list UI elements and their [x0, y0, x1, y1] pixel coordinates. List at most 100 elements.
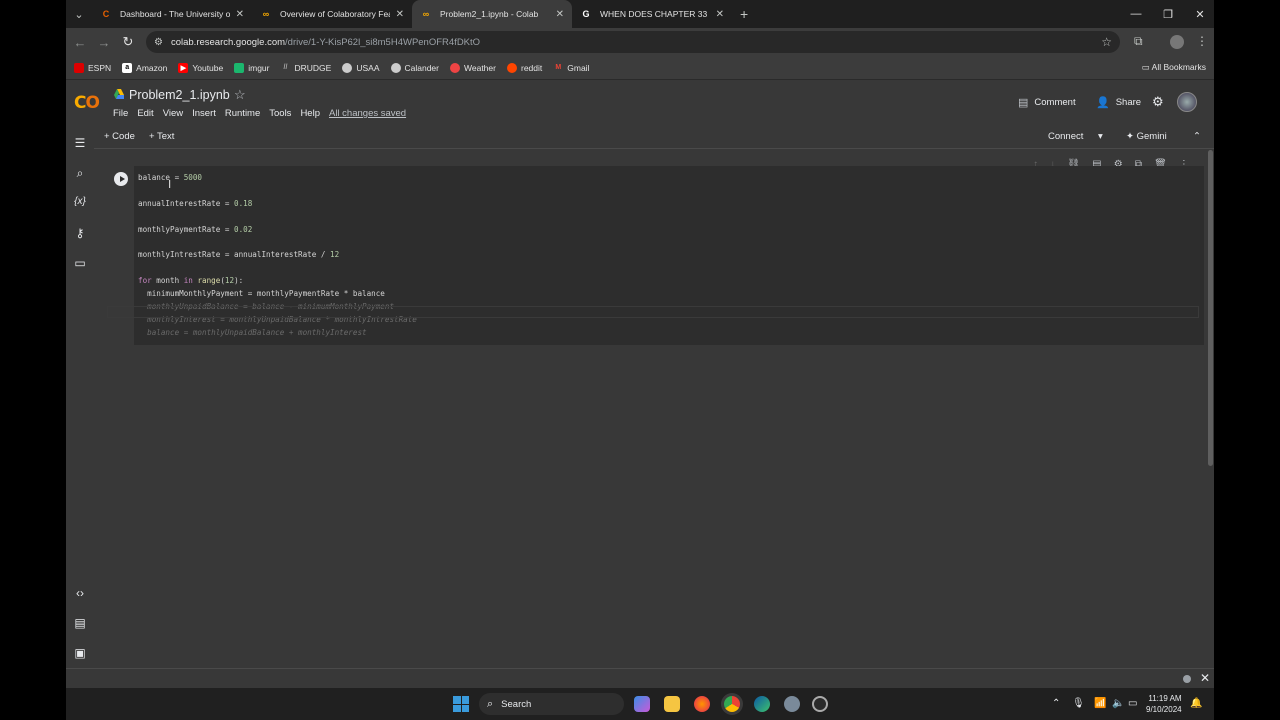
star-icon[interactable]: ☆ — [234, 87, 246, 103]
user-avatar[interactable] — [1177, 92, 1197, 112]
microphone-icon[interactable]: 🎙 — [1072, 698, 1085, 709]
cell-gutter — [107, 166, 134, 345]
wifi-icon[interactable]: 📶 — [1094, 698, 1106, 709]
reload-icon[interactable]: ↻ — [116, 34, 140, 50]
menu-file[interactable]: File — [113, 108, 128, 119]
menu-edit[interactable]: Edit — [137, 108, 153, 119]
chrome-menu-icon[interactable]: ⋮ — [1196, 34, 1208, 48]
settings-gear-icon[interactable] — [784, 696, 800, 712]
bookmark-usaa[interactable]: USAA — [342, 62, 380, 73]
volume-icon[interactable]: 🔈 — [1112, 698, 1124, 709]
share-button[interactable]: 👤 Share — [1096, 96, 1141, 109]
bookmark-gmail[interactable]: M Gmail — [553, 63, 589, 73]
notification-bell-icon[interactable]: 🔔 — [1190, 698, 1202, 709]
colab-logo[interactable]: CO — [74, 93, 100, 113]
bookmark-amazon[interactable]: a Amazon — [122, 62, 167, 73]
url-host: colab.research.google.com — [170, 36, 286, 48]
add-code-button[interactable]: + Code — [104, 131, 135, 142]
command-palette-icon[interactable]: ▤ — [72, 616, 88, 630]
menu-help[interactable]: Help — [300, 108, 320, 119]
sparkle-icon: ✦ — [1126, 131, 1137, 142]
bookmark-espn[interactable]: ESPN — [74, 62, 111, 73]
bookmark-reddit[interactable]: reddit — [506, 62, 542, 73]
code-line: minimumMonthlyPayment = monthlyPaymentRa… — [138, 289, 385, 299]
chrome-icon[interactable] — [724, 696, 740, 712]
restore-icon[interactable]: ❐ — [1152, 0, 1184, 28]
minimize-icon[interactable]: — — [1120, 0, 1152, 28]
tab-title: Problem2_1.ipynb - Colab — [440, 9, 539, 19]
code-cell[interactable]: balance = 5000 annualInterestRate = 0.18… — [107, 166, 1204, 345]
youtube-icon: ▶ — [178, 62, 189, 73]
extensions-icon[interactable]: ⧉ — [1134, 34, 1143, 49]
settings-icon[interactable]: ⚙ — [1152, 94, 1170, 110]
connect-button[interactable]: Connect ▾ — [1048, 131, 1103, 142]
all-bookmarks[interactable]: ▭ All Bookmarks — [1142, 62, 1206, 73]
drive-icon[interactable] — [114, 89, 124, 99]
windows-taskbar: ⌕ Search ⌃ 🎙 📶 🔈 ▭ 11:19 AM 9/10/2024 🔔 — [66, 688, 1214, 720]
site-info-icon[interactable]: ⚙ — [154, 37, 163, 48]
battery-icon[interactable]: ▭ — [1128, 698, 1137, 709]
menu-view[interactable]: View — [163, 108, 183, 119]
comment-button[interactable]: ▤ Comment — [1018, 96, 1076, 109]
tab-search-icon[interactable]: ⌄ — [66, 8, 92, 21]
firefox-icon[interactable] — [694, 696, 710, 712]
collapse-header-icon[interactable]: ⌃ — [1193, 131, 1201, 142]
new-tab-button[interactable]: + — [740, 6, 748, 22]
code-line: monthlyIntrestRate = annualInterestRate … — [138, 250, 340, 260]
edge-icon[interactable] — [754, 696, 770, 712]
globe-icon — [390, 62, 401, 73]
close-icon[interactable]: ✕ — [236, 9, 244, 20]
back-icon[interactable]: ← — [68, 35, 92, 50]
close-icon[interactable]: ✕ — [1200, 671, 1210, 685]
code-snippets-icon[interactable]: ‹› — [72, 586, 88, 600]
menu-insert[interactable]: Insert — [192, 108, 216, 119]
save-status[interactable]: All changes saved — [329, 108, 406, 119]
browser-tab[interactable]: C Dashboard - The University of ✕ — [92, 0, 252, 28]
browser-window: ⌄ C Dashboard - The University of ✕ ∞ Ov… — [66, 0, 1214, 720]
copilot-icon[interactable] — [634, 696, 650, 712]
taskbar-search[interactable]: ⌕ Search — [479, 693, 624, 715]
bookmark-drudge[interactable]: //DRUDGE — [281, 63, 332, 73]
search-icon[interactable]: ⌕ — [72, 166, 88, 181]
file-explorer-icon[interactable] — [664, 696, 680, 712]
gemini-button[interactable]: ✦ Gemini — [1126, 131, 1167, 142]
menu-tools[interactable]: Tools — [269, 108, 291, 119]
forward-icon[interactable]: → — [92, 35, 116, 50]
bookmark-calander[interactable]: Calander — [390, 62, 439, 73]
share-icon: 👤 — [1096, 97, 1110, 109]
bookmark-imgur[interactable]: imgur — [234, 62, 270, 73]
close-icon[interactable]: ✕ — [396, 9, 404, 20]
run-cell-button[interactable] — [114, 172, 128, 186]
windows-start-icon[interactable] — [453, 696, 469, 712]
variables-icon[interactable]: {x} — [72, 196, 88, 207]
tab-title: WHEN DOES CHAPTER 33 PAY — [600, 9, 710, 19]
files-folder-icon[interactable]: ▭ — [72, 256, 88, 270]
amazon-icon: a — [122, 62, 133, 73]
profile-avatar[interactable] — [1170, 35, 1184, 49]
menu-runtime[interactable]: Runtime — [225, 108, 260, 119]
secrets-key-icon[interactable]: ⚷ — [72, 226, 88, 240]
close-icon[interactable]: ✕ — [556, 9, 564, 20]
bookmark-weather[interactable]: Weather — [450, 62, 496, 73]
scrollbar[interactable] — [1208, 150, 1213, 466]
tab-strip: ⌄ C Dashboard - The University of ✕ ∞ Ov… — [66, 0, 1214, 28]
close-window-icon[interactable]: ✕ — [1184, 0, 1214, 28]
code-line: annualInterestRate = 0.18 — [138, 198, 253, 208]
browser-tab-active[interactable]: ∞ Problem2_1.ipynb - Colab ✕ — [412, 0, 572, 28]
terminal-icon[interactable]: ▣ — [72, 646, 88, 660]
system-clock[interactable]: 11:19 AM 9/10/2024 — [1146, 693, 1182, 715]
add-text-button[interactable]: + Text — [149, 131, 174, 142]
bookmark-star-icon[interactable]: ☆ — [1101, 35, 1112, 49]
browser-tab[interactable]: G WHEN DOES CHAPTER 33 PAY ✕ — [572, 0, 732, 28]
chevron-up-icon[interactable]: ⌃ — [1052, 698, 1060, 709]
close-icon[interactable]: ✕ — [716, 9, 724, 20]
address-bar[interactable]: ⚙ colab.research.google.com/drive/1-Y-Ki… — [146, 31, 1120, 53]
notebook-title[interactable]: Problem2_1.ipynb — [129, 88, 230, 102]
table-of-contents-icon[interactable]: ☰ — [72, 136, 88, 150]
browser-tab[interactable]: ∞ Overview of Colaboratory Featu ✕ — [252, 0, 412, 28]
app-icon[interactable] — [812, 696, 828, 712]
status-dot-icon[interactable] — [1183, 675, 1191, 683]
bookmark-youtube[interactable]: ▶ Youtube — [178, 62, 223, 73]
